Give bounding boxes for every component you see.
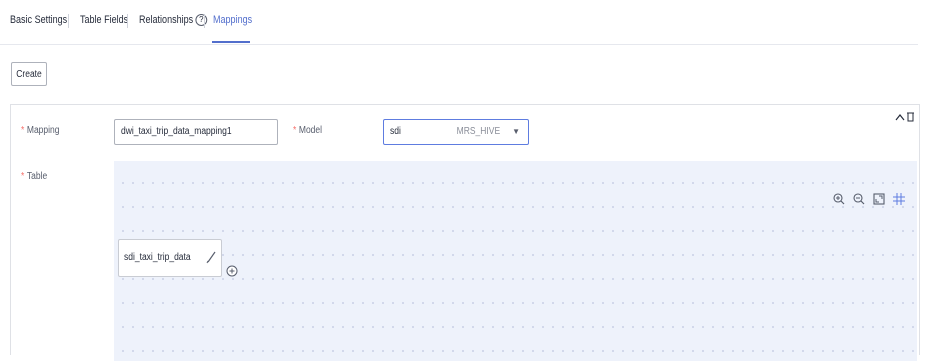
tab-divider [204,14,205,28]
pencil-icon[interactable] [205,250,217,264]
model-label: * Model [293,125,322,136]
mapping-name-input[interactable]: dwi_taxi_trip_data_mapping1 [114,119,278,145]
table-canvas[interactable]: sdi_taxi_trip_data [114,161,917,361]
tab-basic-settings[interactable]: Basic Settings [10,14,67,26]
table-node-name: sdi_taxi_trip_data [124,252,191,263]
tab-mappings[interactable]: Mappings [213,14,252,26]
tab-relationships[interactable]: Relationships? [139,14,208,27]
fit-screen-icon[interactable] [873,193,885,205]
model-select[interactable]: sdi MRS_HIVE ▼ [383,119,529,145]
canvas-toolbar [833,193,905,205]
table-node[interactable]: sdi_taxi_trip_data [118,239,222,277]
chevron-up-icon[interactable] [895,111,915,126]
required-mark: * [21,125,25,136]
tab-divider [68,14,69,28]
required-mark: * [293,125,297,136]
model-label-text: Model [298,125,323,136]
tab-relationships-label: Relationships [139,14,194,26]
tab-bar: Basic Settings Table Fields Relationship… [0,0,918,45]
zoom-in-icon[interactable] [833,193,845,205]
model-select-value: sdi [390,126,401,137]
mapping-card: * Mapping dwi_taxi_trip_data_mapping1 * Mo… [10,104,920,361]
caret-down-icon: ▼ [512,127,520,136]
tab-divider [127,14,128,28]
create-button[interactable]: Create [11,62,47,86]
mapping-label: * Mapping [21,125,59,136]
plus-circle-icon[interactable] [226,265,238,277]
create-button-label: Create [16,69,42,80]
active-tab-indicator [212,41,250,43]
mapping-name-value: dwi_taxi_trip_data_mapping1 [121,126,232,137]
mapping-label-text: Mapping [26,125,60,136]
table-label: * Table [21,171,47,182]
required-mark: * [21,171,25,182]
grid-icon[interactable] [893,193,905,205]
tab-table-fields[interactable]: Table Fields [80,14,128,26]
zoom-out-icon[interactable] [853,193,865,205]
help-circle-icon[interactable]: ? [195,14,208,27]
model-type-tag: MRS_HIVE [456,126,500,137]
table-label-text: Table [26,171,48,182]
